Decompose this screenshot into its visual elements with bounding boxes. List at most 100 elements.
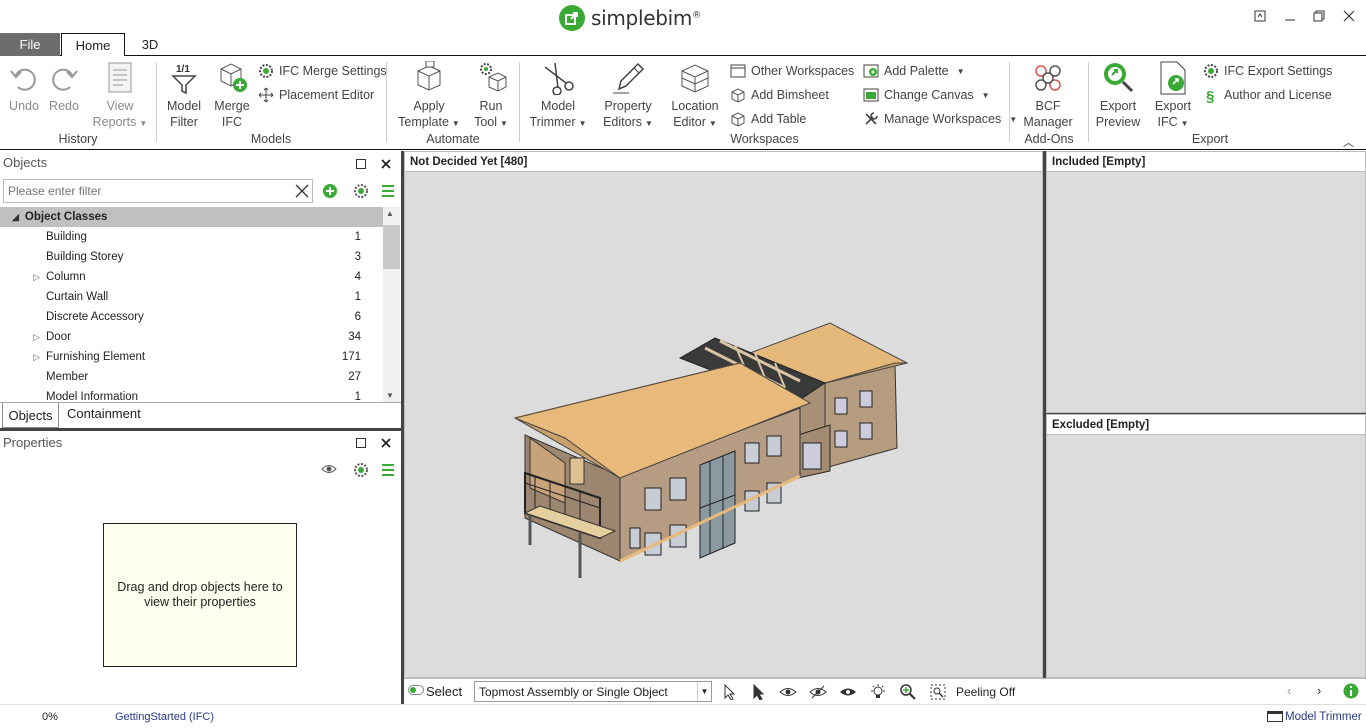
expand-arrow-icon[interactable]: ▷ [33, 352, 40, 363]
view-reports-button[interactable]: View Reports ▼ [92, 60, 148, 132]
eye-icon[interactable] [321, 463, 337, 478]
export-ifc-button[interactable]: Export IFC ▼ [1150, 60, 1196, 132]
isolate-eye-icon[interactable] [839, 683, 857, 701]
viewport-3d[interactable]: Not Decided Yet [480] [404, 151, 1043, 678]
clear-filter-icon[interactable] [295, 184, 309, 201]
pointer-filled-icon[interactable] [749, 683, 767, 701]
expand-arrow-icon[interactable]: ▷ [33, 332, 40, 343]
selection-mode-dropdown[interactable]: Topmost Assembly or Single Object ▼ [474, 681, 712, 702]
run-tool-button[interactable]: Run Tool ▼ [470, 60, 512, 132]
tab-home[interactable]: Home [61, 33, 125, 57]
change-canvas-button[interactable]: Change Canvas ▼ [863, 85, 990, 105]
tree-item[interactable]: Model Information 1 [0, 387, 383, 402]
author-license-button[interactable]: § Author and License [1203, 85, 1332, 105]
ifc-export-settings-button[interactable]: IFC Export Settings [1203, 61, 1332, 81]
next-arrow-icon[interactable]: › [1317, 683, 1321, 698]
tab-file[interactable]: File [0, 33, 60, 56]
included-panel[interactable]: Included [Empty] [1046, 151, 1366, 413]
expand-arrow-icon[interactable]: ▷ [33, 272, 40, 283]
undo-label: Undo [9, 99, 39, 113]
objects-maximize-icon[interactable] [354, 157, 368, 171]
tree-scrollbar[interactable]: ▲ ▼ [383, 207, 400, 402]
objects-close-icon[interactable] [379, 157, 393, 171]
objects-menu-icon[interactable] [381, 184, 395, 201]
redo-button[interactable]: Redo [46, 60, 82, 114]
settings-gear-icon [258, 63, 274, 79]
tab-containment[interactable]: Containment [67, 406, 141, 421]
tree-item[interactable]: Member 27 [0, 367, 383, 387]
restore-ribbon-icon[interactable] [1250, 6, 1270, 26]
property-editors-label-2: Editors ▼ [603, 115, 653, 129]
model-trimmer-button[interactable]: Model Trimmer ▼ [527, 60, 589, 132]
workspace-icon [1267, 711, 1283, 722]
object-class-tree: Building 1 Building Storey 3 ▷ Column 4 Curtain… [0, 227, 383, 402]
hide-eye-icon[interactable] [809, 683, 827, 701]
previous-arrow-icon[interactable]: ‹ [1287, 683, 1291, 698]
tab-3d[interactable]: 3D [130, 33, 170, 56]
model-trimmer-label-1: Model [540, 99, 576, 113]
dropdown-arrow-icon[interactable]: ▼ [697, 682, 711, 701]
run-tool-label-2: Tool ▼ [474, 115, 508, 129]
change-canvas-label: Change Canvas [884, 88, 974, 102]
manage-workspaces-button[interactable]: Manage Workspaces ▼ [863, 109, 1017, 129]
report-icon [103, 60, 137, 96]
properties-menu-icon[interactable] [381, 463, 395, 480]
tree-root-label: Object Classes [24, 211, 108, 223]
zoom-fit-icon[interactable] [929, 683, 947, 701]
apply-template-button[interactable]: Apply Template ▼ [396, 60, 462, 132]
export-preview-button[interactable]: Export Preview [1094, 60, 1142, 130]
model-filter-label-1: Model [166, 99, 202, 113]
close-window-icon[interactable] [1339, 6, 1359, 26]
object-filter-input[interactable] [3, 179, 313, 203]
info-icon[interactable] [1343, 683, 1359, 702]
ifc-merge-settings-button[interactable]: IFC Merge Settings [258, 61, 387, 81]
tree-item[interactable]: Discrete Accessory 6 [0, 307, 383, 327]
bcf-manager-button[interactable]: BCF Manager [1020, 60, 1076, 130]
minimize-icon[interactable] [1280, 6, 1300, 26]
properties-settings-gear-icon[interactable] [353, 462, 369, 481]
select-toggle[interactable] [408, 685, 424, 695]
add-table-button[interactable]: Add Table [730, 109, 806, 129]
zoom-icon[interactable] [899, 683, 917, 701]
objects-panel-header: Objects [0, 151, 401, 173]
add-table-label: Add Table [751, 112, 807, 126]
properties-maximize-icon[interactable] [354, 436, 368, 450]
view-reports-label-1: View [106, 99, 134, 113]
undo-button[interactable]: Undo [6, 60, 42, 114]
add-filter-icon[interactable] [322, 183, 338, 202]
properties-close-icon[interactable] [379, 436, 393, 450]
tree-item[interactable]: Building 1 [0, 227, 383, 247]
location-editor-button[interactable]: Location Editor ▼ [666, 60, 724, 132]
tree-item[interactable]: Curtain Wall 1 [0, 287, 383, 307]
add-bimsheet-button[interactable]: Add Bimsheet [730, 85, 829, 105]
tree-root-object-classes[interactable]: ◢ Object Classes [0, 207, 383, 227]
group-separator [156, 62, 157, 142]
collapse-ribbon-icon[interactable]: ︿ [1343, 134, 1354, 150]
other-workspaces-button[interactable]: Other Workspaces▼ [730, 61, 870, 81]
merge-ifc-button[interactable]: Merge IFC [210, 60, 254, 130]
collapse-arrow-icon[interactable]: ◢ [12, 212, 19, 223]
tab-objects[interactable]: Objects [2, 403, 59, 428]
lightbulb-icon[interactable] [869, 683, 887, 701]
tree-item[interactable]: ▷ Column 4 [0, 267, 383, 287]
tree-item[interactable]: Building Storey 3 [0, 247, 383, 267]
model-filter-button[interactable]: 1/1 Model Filter [164, 60, 204, 130]
run-tool-label-1: Run [479, 99, 503, 113]
show-eye-icon[interactable] [779, 683, 797, 701]
filter-settings-gear-icon[interactable] [353, 183, 369, 202]
svg-text:§: § [1206, 88, 1214, 103]
building-model[interactable] [405, 173, 1042, 678]
maximize-icon[interactable] [1309, 6, 1329, 26]
properties-dropzone[interactable]: Drag and drop objects here to view their… [103, 523, 297, 667]
excluded-panel[interactable]: Excluded [Empty] [1046, 414, 1366, 678]
property-editors-button[interactable]: Property Editors ▼ [598, 60, 658, 132]
group-label-workspaces: Workspaces [730, 132, 799, 146]
export-ifc-icon [1156, 60, 1190, 96]
add-palette-button[interactable]: Add Palette ▼ [863, 61, 965, 81]
tree-item[interactable]: ▷ Door 34 [0, 327, 383, 347]
peeling-status[interactable]: Peeling Off [956, 685, 1015, 699]
ifc-export-settings-label: IFC Export Settings [1224, 64, 1333, 78]
pointer-outline-icon[interactable] [720, 683, 738, 701]
placement-editor-button[interactable]: Placement Editor [258, 85, 374, 105]
tree-item[interactable]: ▷ Furnishing Element 171 [0, 347, 383, 367]
